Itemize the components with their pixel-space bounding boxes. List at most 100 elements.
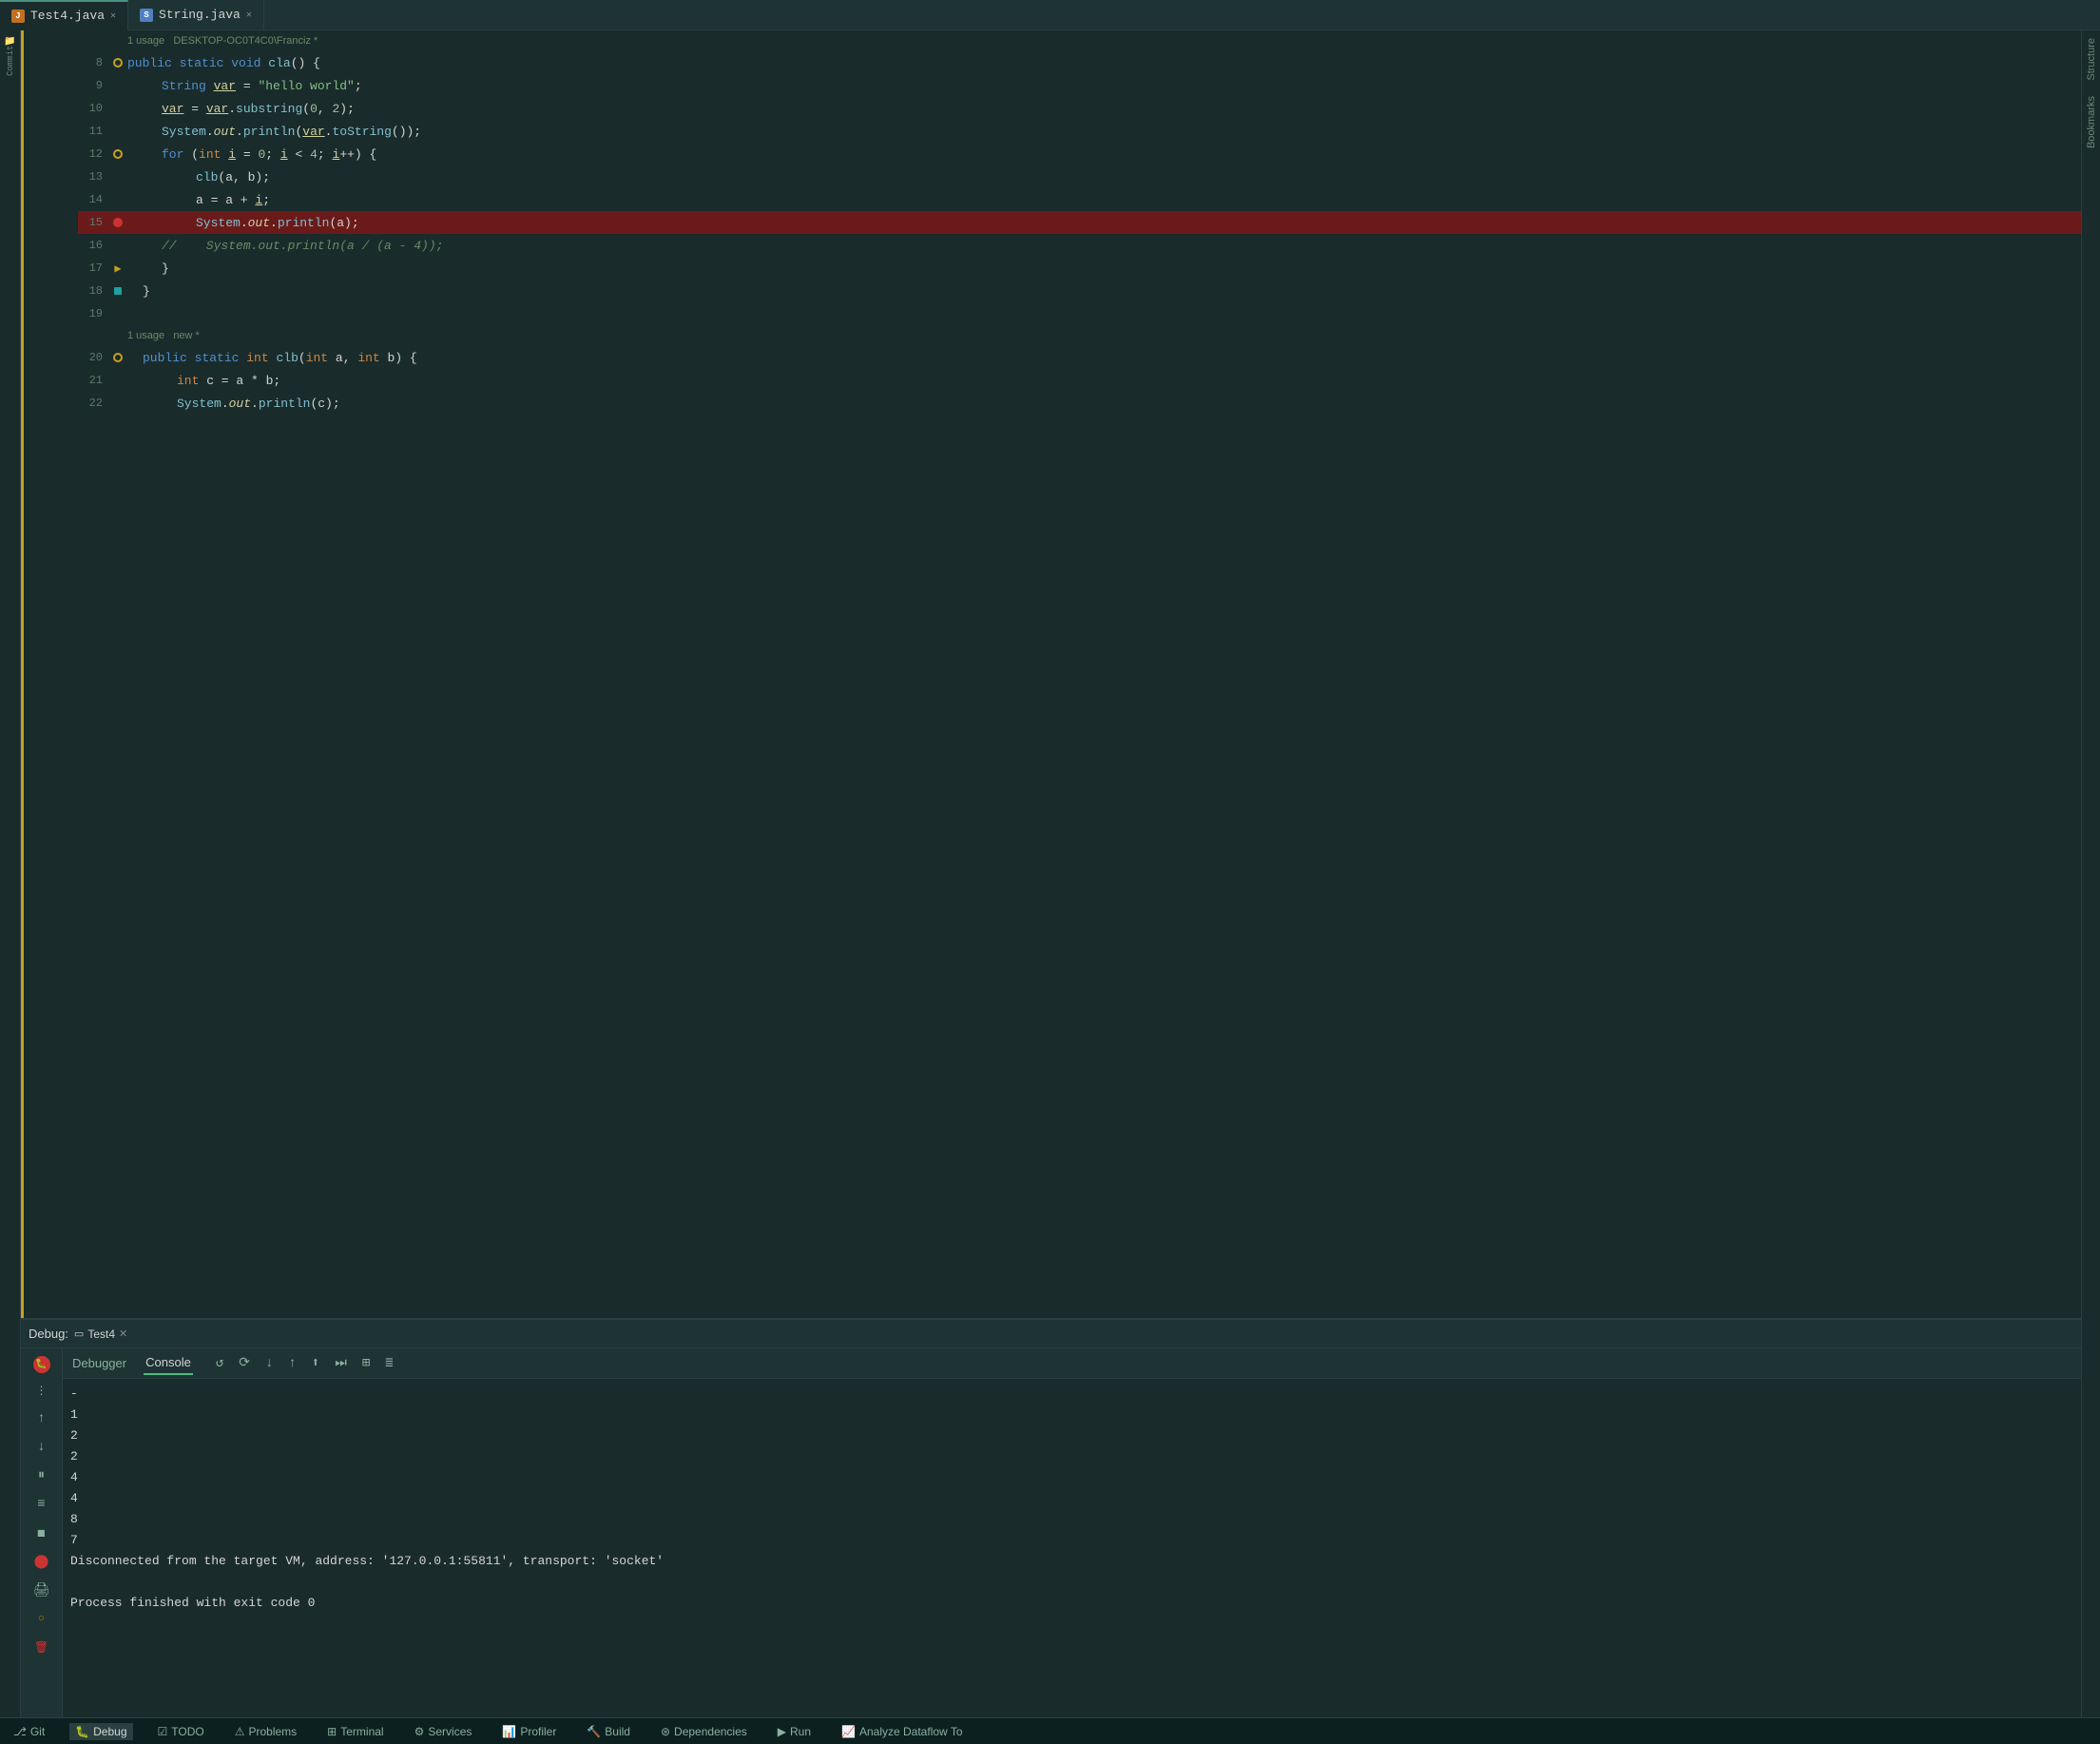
usage-info-2: 1 usage new * <box>78 325 2081 346</box>
status-profiler[interactable]: 📊 Profiler <box>496 1723 562 1740</box>
debug-orange-circle-icon[interactable]: ○ <box>30 1607 53 1630</box>
debug-up-icon[interactable]: ↑ <box>30 1407 53 1430</box>
cl-14: a = a + i; <box>127 188 270 211</box>
dependencies-icon: ⊛ <box>661 1725 670 1738</box>
debug-more-icon[interactable]: ⋮ <box>30 1379 53 1402</box>
left-sidebar: 📁 Commit <box>0 30 21 1717</box>
settings-icon[interactable]: ≣ <box>385 1355 393 1371</box>
code-editor[interactable]: 1 usage DESKTOP-OC0T4C0\Franciz * 8 publ… <box>21 30 2081 1318</box>
status-problems[interactable]: ⚠ Problems <box>229 1723 302 1740</box>
debug-pause-icon[interactable]: ⏸ <box>30 1464 53 1487</box>
tab-string-label: String.java <box>159 8 241 22</box>
breakpoint-yellow-20[interactable] <box>113 353 123 362</box>
status-terminal-label: Terminal <box>340 1725 383 1738</box>
status-dataflow-label: Analyze Dataflow To <box>859 1725 963 1738</box>
gi-20 <box>108 353 127 362</box>
ln-16: 16 <box>78 239 108 252</box>
status-debug[interactable]: 🐛 Debug <box>69 1723 132 1740</box>
console-line-2b: 2 <box>70 1445 2073 1466</box>
main-area: 📁 Commit 1 usage DESKTOP-OC0T4C0\Franciz… <box>0 30 2100 1717</box>
profiler-icon: 📊 <box>502 1725 516 1738</box>
step-over-icon[interactable]: ⟳ <box>239 1355 250 1371</box>
code-line-17: 17 ▶ } <box>78 257 2081 280</box>
code-content[interactable]: 1 usage DESKTOP-OC0T4C0\Franciz * 8 publ… <box>78 30 2081 1318</box>
status-dataflow[interactable]: 📈 Analyze Dataflow To <box>836 1723 968 1740</box>
status-git[interactable]: ⎇ Git <box>8 1723 50 1740</box>
debug-left-icons: 🐛 ⋮ ↑ ↓ ⏸ ≡ ◼ ⬤ 🖨 ○ 🗑 <box>21 1348 63 1717</box>
code-line-18: 18 } <box>78 280 2081 302</box>
status-build[interactable]: 🔨 Build <box>581 1723 636 1740</box>
sidebar-commit-icon[interactable]: Commit <box>3 53 18 68</box>
gi-8 <box>108 58 127 68</box>
status-services[interactable]: ⚙ Services <box>409 1723 478 1740</box>
tab-test4[interactable]: J Test4.java ✕ <box>0 0 128 30</box>
tab-debugger[interactable]: Debugger <box>70 1352 128 1374</box>
cl-20: public static int clb(int a, int b) { <box>127 346 417 369</box>
cl-16: // System.out.println(a / (a - 4)); <box>127 234 443 257</box>
code-line-11: 11 System.out.println(var.toString()); <box>78 120 2081 143</box>
status-dependencies[interactable]: ⊛ Dependencies <box>655 1723 753 1740</box>
debug-print-icon[interactable]: 🖨 <box>30 1579 53 1601</box>
tab-string-close[interactable]: ✕ <box>246 10 252 21</box>
todo-icon: ☑ <box>158 1725 168 1738</box>
code-line-19: 19 <box>78 302 2081 325</box>
ln-19: 19 <box>78 307 108 320</box>
tab-console[interactable]: Console <box>144 1351 193 1375</box>
arrow-right-17: ▶ <box>114 262 121 276</box>
status-terminal[interactable]: ⊞ Terminal <box>321 1723 389 1740</box>
tab-test4-close[interactable]: ✕ <box>110 10 116 22</box>
tab-string[interactable]: S String.java ✕ <box>128 0 264 30</box>
ln-10: 10 <box>78 102 108 115</box>
debug-red-circle-icon[interactable]: ⬤ <box>30 1550 53 1573</box>
sidebar-structure-label[interactable]: Structure <box>2084 30 2099 88</box>
ln-11: 11 <box>78 125 108 138</box>
code-line-16: 16 // System.out.println(a / (a - 4)); <box>78 234 2081 257</box>
debug-panel: Debug: ▭ Test4 ✕ 🐛 ⋮ ↑ ↓ ⏸ ≡ ◼ ⬤ <box>21 1318 2081 1717</box>
code-line-15: 15 System.out.println(a); <box>78 211 2081 234</box>
sidebar-bookmarks-label[interactable]: Bookmarks <box>2084 88 2099 156</box>
cl-13: clb(a, b); <box>127 165 270 188</box>
gi-12 <box>108 149 127 159</box>
status-todo[interactable]: ☑ TODO <box>152 1723 210 1740</box>
breakpoint-yellow-12[interactable] <box>113 149 123 159</box>
code-line-12: 12 for (int i = 0; i < 4; i++) { <box>78 143 2081 165</box>
console-line-4b: 4 <box>70 1487 2073 1508</box>
debug-stop-icon[interactable]: ◼ <box>30 1521 53 1544</box>
ln-18: 18 <box>78 284 108 298</box>
debug-session-tab[interactable]: ▭ Test4 ✕ <box>74 1327 127 1341</box>
ln-9: 9 <box>78 79 108 92</box>
ln-8: 8 <box>78 56 108 69</box>
breakpoint-yellow-8[interactable] <box>113 58 123 68</box>
gi-18 <box>108 287 127 295</box>
console-line-dash: - <box>70 1383 2073 1404</box>
status-profiler-label: Profiler <box>520 1725 556 1738</box>
rerun-icon[interactable]: ↺ <box>216 1355 223 1371</box>
console-output[interactable]: - 1 2 2 4 4 8 7 Disconnected from the ta… <box>63 1379 2081 1717</box>
git-icon: ⎇ <box>13 1725 27 1738</box>
string-file-icon: S <box>140 9 153 22</box>
gi-15 <box>108 218 127 227</box>
status-problems-label: Problems <box>248 1725 297 1738</box>
status-git-label: Git <box>30 1725 45 1738</box>
ln-15: 15 <box>78 216 108 229</box>
status-run[interactable]: ▶ Run <box>772 1723 817 1740</box>
step-into-icon[interactable]: ↓ <box>265 1356 273 1371</box>
step-out-icon[interactable]: ↑ <box>288 1356 296 1371</box>
debug-trash-icon[interactable]: 🗑 <box>30 1636 53 1658</box>
frames-icon[interactable]: ⊞ <box>362 1355 370 1371</box>
ln-13: 13 <box>78 170 108 184</box>
skip-icon[interactable]: ⏭ <box>335 1356 347 1371</box>
cl-22: System.out.println(c); <box>127 392 340 415</box>
console-line-process: Process finished with exit code 0 <box>70 1592 2073 1613</box>
ln-21: 21 <box>78 374 108 387</box>
debug-title-bar: Debug: ▭ Test4 ✕ <box>21 1320 2081 1348</box>
console-line-4a: 4 <box>70 1466 2073 1487</box>
debug-lines-icon[interactable]: ≡ <box>30 1493 53 1516</box>
debug-session-close[interactable]: ✕ <box>119 1327 127 1340</box>
code-line-14: 14 a = a + i; <box>78 188 2081 211</box>
step-up-icon[interactable]: ⬆ <box>312 1355 319 1371</box>
debug-down-icon[interactable]: ↓ <box>30 1436 53 1459</box>
cl-11: System.out.println(var.toString()); <box>127 120 421 143</box>
debug-content: 🐛 ⋮ ↑ ↓ ⏸ ≡ ◼ ⬤ 🖨 ○ 🗑 Debugger <box>21 1348 2081 1717</box>
breakpoint-red-15[interactable] <box>113 218 123 227</box>
